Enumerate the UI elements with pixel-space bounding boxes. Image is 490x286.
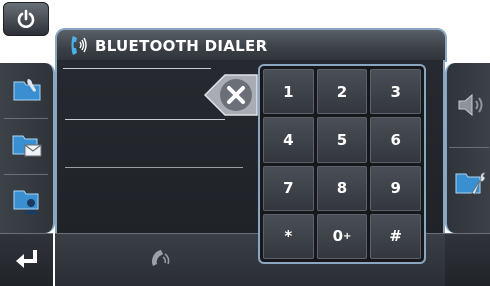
settings-icon [455,172,486,195]
page-title: BLUETOOTH DIALER [95,37,268,55]
key-7[interactable]: 7 [263,165,314,211]
key-4[interactable]: 4 [263,117,314,163]
number-line [63,68,211,69]
divider [4,118,48,119]
call-icon[interactable] [148,246,170,268]
divider-line [65,119,225,120]
key-3[interactable]: 3 [370,69,421,115]
left-sidebar [0,63,55,233]
phonebook-icon [13,79,41,101]
key-2[interactable]: 2 [316,69,368,115]
key-9[interactable]: 9 [370,165,421,211]
messages-button[interactable] [8,125,46,165]
back-button[interactable] [0,233,53,286]
back-enter-icon [15,250,37,268]
key-6[interactable]: 6 [370,117,421,163]
messages-icon [12,135,42,157]
key-8[interactable]: 8 [316,165,368,211]
key-0-label: 0 [332,227,344,246]
volume-button[interactable] [451,85,489,125]
divider [4,174,48,175]
settings-button[interactable] [451,163,489,203]
key-star[interactable]: * [263,213,314,259]
key-hash[interactable]: # [370,213,421,259]
key-0[interactable]: 0 + [316,213,368,259]
contacts-button[interactable] [8,181,46,221]
bluetooth-phone-icon [71,36,87,55]
bottom-right-panel [445,233,490,286]
key-5[interactable]: 5 [316,117,368,163]
header-bar: BLUETOOTH DIALER [55,28,447,62]
delete-button[interactable] [203,72,259,118]
contacts-icon [13,190,39,214]
phonebook-button[interactable] [8,69,46,109]
speaker-icon [458,93,483,117]
right-sidebar [445,63,490,233]
key-1[interactable]: 1 [263,69,314,115]
power-icon [17,9,35,28]
divider-line [65,167,243,168]
key-0-plus: + [343,230,352,242]
app-frame: BLUETOOTH DIALER 1 2 3 4 5 6 7 8 9 * 0 +… [0,0,490,286]
power-button[interactable] [3,2,49,36]
divider [449,147,489,148]
dial-keypad: 1 2 3 4 5 6 7 8 9 * 0 + # [258,64,426,264]
